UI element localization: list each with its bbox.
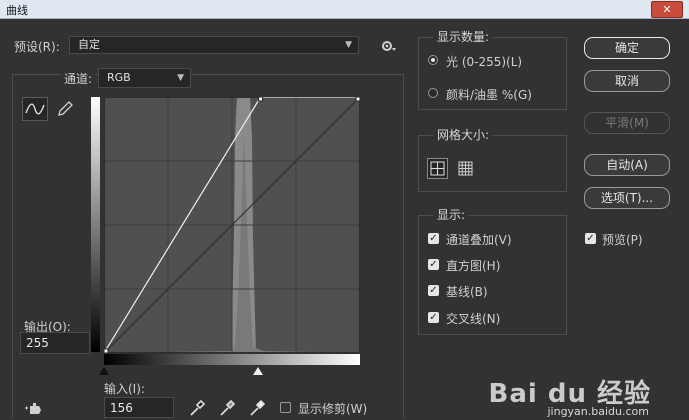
pigment-label: 颜料/油墨 %(G) [446,88,532,102]
window-title: 曲线 [6,4,28,17]
targeted-adjust-icon[interactable] [24,400,46,416]
close-button[interactable]: ✕ [651,1,683,18]
preset-value: 自定 [78,38,100,51]
pencil-icon[interactable] [55,99,75,119]
histogram-checkbox[interactable]: ✓ [428,259,439,270]
curve-point[interactable] [104,348,109,353]
pigment-radio[interactable] [428,88,438,98]
output-field[interactable]: 255 [20,332,90,354]
channel-label: 通道: [61,70,96,87]
channel-value: RGB [107,71,131,84]
gear-icon[interactable] [380,38,398,54]
input-label: 输入(I): [104,382,145,396]
channel-overlay-checkbox[interactable]: ✓ [428,233,439,244]
chevron-down-icon: ▼ [177,73,184,83]
auto-button[interactable]: 自动(A) [584,154,670,176]
input-gradient-bar [104,354,360,365]
preset-dropdown[interactable]: 自定 ▼ [69,36,359,54]
white-eyedropper-icon[interactable] [249,399,266,417]
histogram-label: 直方图(H) [446,259,501,273]
preset-label: 预设(R): [14,40,60,54]
input-field[interactable]: 156 [104,397,174,418]
black-eyedropper-icon[interactable] [189,399,206,417]
curve-icon [25,103,45,115]
cancel-button[interactable]: 取消 [584,70,670,92]
curve-graph[interactable] [104,97,360,353]
preview-checkbox[interactable]: ✓ [585,233,596,244]
baseline-label: 基线(B) [446,285,488,299]
display-amount-title: 显示数量: [433,28,494,45]
smooth-button[interactable]: 平滑(M) [584,112,670,134]
curve-point-tool[interactable] [22,97,48,121]
white-point-slider[interactable] [253,367,263,375]
chevron-down-icon: ▼ [345,40,352,50]
simple-grid-icon [430,161,445,176]
preview-label: 预览(P) [602,233,643,247]
channel-overlay-label: 通道叠加(V) [446,233,512,247]
title-bar: 曲线 ✕ [0,0,689,19]
curve-point[interactable] [355,97,360,102]
light-label: 光 (0-255)(L) [446,55,523,69]
curve-point[interactable] [258,97,264,102]
channel-dropdown[interactable]: RGB ▼ [98,68,191,88]
detailed-grid-icon [458,161,473,176]
baseline-checkbox[interactable]: ✓ [428,285,439,296]
intersection-line-checkbox[interactable]: ✓ [428,312,439,323]
show-clipping-label: 显示修剪(W) [298,402,368,416]
show-title: 显示: [433,206,470,223]
light-radio[interactable] [428,55,438,65]
grid-size-title: 网格大小: [433,126,494,143]
black-point-slider[interactable] [99,367,109,375]
ok-button[interactable]: 确定 [584,37,670,59]
gray-eyedropper-icon[interactable] [219,399,236,417]
watermark-url: jingyan.baidu.com [547,405,649,418]
detailed-grid-button[interactable] [455,158,476,179]
show-clipping-checkbox[interactable] [280,402,291,413]
output-gradient-bar [91,97,100,352]
simple-grid-button[interactable] [427,158,448,179]
intersection-line-label: 交叉线(N) [446,312,501,326]
options-button[interactable]: 选项(T)... [584,187,670,209]
